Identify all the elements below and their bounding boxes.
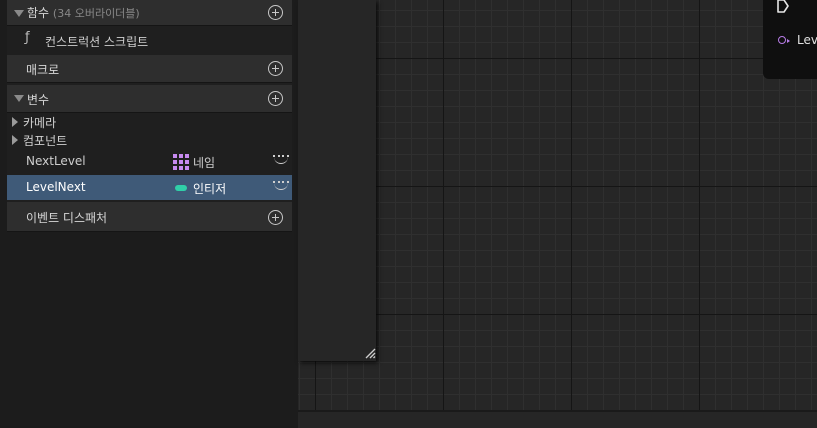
variable-category-components[interactable]: 컴포넌트 [7, 131, 292, 149]
category-label: 카메라 [23, 116, 57, 130]
function-script-icon: ƒ [25, 30, 30, 45]
collapse-caret-icon[interactable] [14, 10, 24, 17]
add-event-dispatcher-button[interactable] [268, 210, 283, 225]
macros-section-header[interactable]: 매크로 [7, 55, 292, 83]
variable-row-levelnext[interactable]: LevelNext 인티저 [7, 175, 292, 200]
graph-bottom-bar [298, 410, 817, 428]
object-pin-icon[interactable] [778, 36, 790, 44]
name-type-grid-icon [173, 154, 189, 170]
resize-grip-icon[interactable] [364, 347, 376, 359]
construction-script-item[interactable]: ƒ 컨스트럭션 스크립트 [7, 29, 292, 51]
macros-label: 매크로 [26, 63, 60, 77]
expand-arrow-icon[interactable] [12, 135, 18, 145]
functions-title: 함수 (34 오버라이더블) [27, 4, 140, 21]
variable-category-camera[interactable]: 카메라 [7, 113, 292, 131]
variable-type[interactable]: 네임 [193, 154, 215, 171]
construction-script-label: 컨스트럭션 스크립트 [45, 35, 149, 49]
collapse-caret-icon[interactable] [14, 95, 24, 102]
integer-type-pill-icon [175, 185, 187, 191]
expand-arrow-icon[interactable] [12, 117, 18, 127]
variable-name: NextLevel [26, 154, 86, 168]
visibility-eye-icon[interactable] [273, 155, 289, 164]
variables-label: 변수 [27, 93, 50, 107]
variable-name: LevelNext [26, 180, 86, 194]
add-macro-button[interactable] [268, 61, 283, 76]
functions-label: 함수 [27, 6, 50, 20]
add-variable-button[interactable] [268, 91, 283, 106]
variable-row-nextlevel[interactable]: NextLevel 네임 [7, 150, 292, 174]
add-function-button[interactable] [268, 5, 283, 20]
variables-section-header[interactable]: 변수 [7, 85, 292, 113]
functions-override-count: (34 오버라이더블) [52, 7, 140, 20]
functions-section-header[interactable]: 함수 (34 오버라이더블) [7, 0, 292, 26]
variable-type[interactable]: 인티저 [193, 180, 226, 197]
node-pin-label: Leve [797, 33, 817, 47]
exec-pin-icon[interactable] [776, 0, 790, 16]
category-label: 컴포넌트 [23, 134, 68, 148]
visibility-eye-icon[interactable] [273, 181, 289, 190]
event-dispatchers-section-header[interactable]: 이벤트 디스패처 [7, 202, 292, 232]
event-dispatchers-label: 이벤트 디스패처 [26, 211, 108, 225]
panel-resize-area [298, 0, 376, 361]
